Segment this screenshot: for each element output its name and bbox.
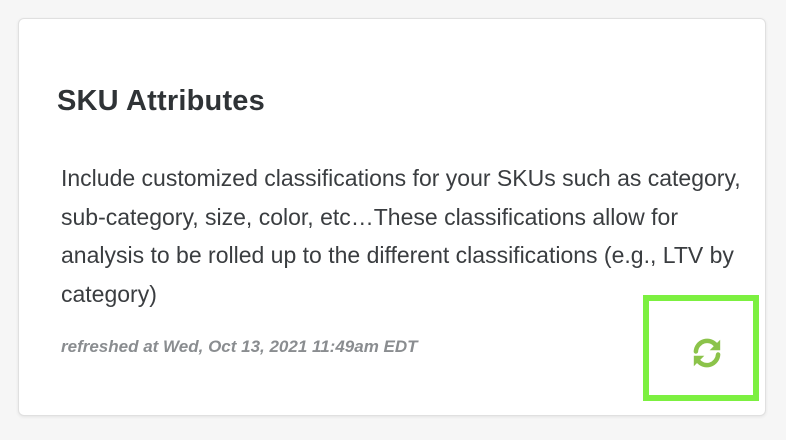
- sku-attributes-card: SKU Attributes Include customized classi…: [18, 18, 766, 416]
- card-title: SKU Attributes: [57, 85, 265, 117]
- refresh-icon: [693, 338, 721, 368]
- refreshed-timestamp: refreshed at Wed, Oct 13, 2021 11:49am E…: [61, 337, 418, 356]
- card-description: Include customized classifications for y…: [61, 165, 741, 307]
- refresh-button[interactable]: [687, 333, 727, 373]
